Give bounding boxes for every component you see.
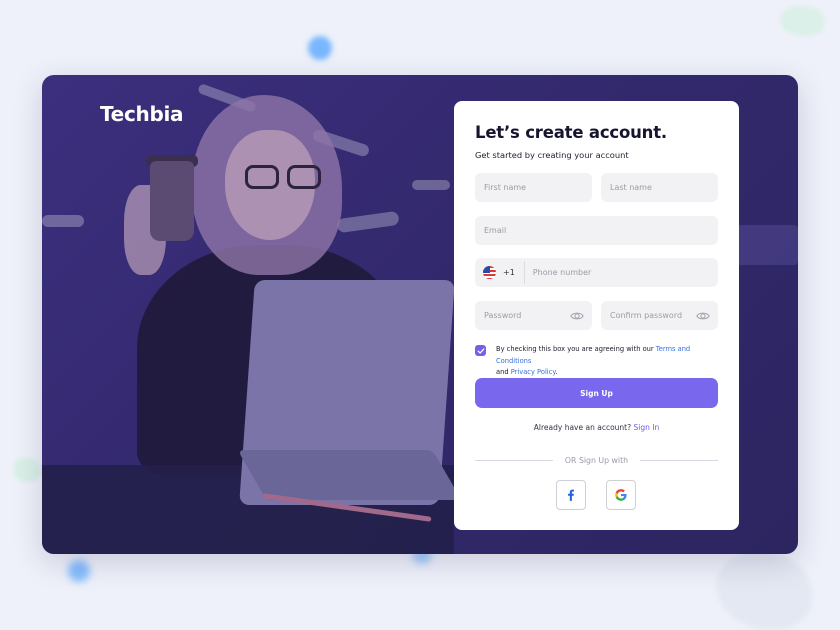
google-button[interactable] [606, 480, 636, 510]
confirm-password-placeholder: Confirm password [610, 311, 683, 320]
decor-blob [716, 552, 812, 630]
last-name-placeholder: Last name [610, 183, 652, 192]
privacy-link[interactable]: Privacy Policy [511, 368, 556, 376]
page-subtitle: Get started by creating your account [475, 150, 629, 160]
divider-line [640, 460, 719, 461]
last-name-field[interactable]: Last name [601, 173, 718, 202]
google-icon [615, 489, 627, 501]
terms-checkbox[interactable] [475, 345, 486, 356]
decor-blob [68, 560, 90, 582]
email-placeholder: Email [484, 226, 507, 235]
country-code[interactable]: +1 [503, 268, 515, 277]
facebook-icon [568, 489, 574, 501]
checkmark-icon [477, 347, 484, 354]
or-divider: OR Sign Up with [475, 456, 719, 465]
sign-in-link[interactable]: Sign In [633, 423, 659, 432]
or-text: OR Sign Up with [564, 456, 629, 465]
phone-field[interactable]: +1 Phone number [475, 258, 718, 287]
eye-icon[interactable] [570, 309, 584, 323]
terms-prefix: By checking this box you are agreeing wi… [496, 345, 656, 353]
have-account-label: Already have an account? [533, 423, 634, 432]
terms-row: By checking this box you are agreeing wi… [475, 344, 720, 379]
signup-card: Let’s create account. Get started by cre… [454, 101, 739, 530]
facebook-button[interactable] [556, 480, 586, 510]
us-flag-icon[interactable] [483, 266, 496, 279]
eye-icon[interactable] [696, 309, 710, 323]
password-placeholder: Password [484, 311, 522, 320]
brand-logo: Techbia [100, 102, 184, 126]
divider-line [475, 460, 553, 461]
password-field[interactable]: Password [475, 301, 592, 330]
first-name-field[interactable]: First name [475, 173, 592, 202]
phone-placeholder: Phone number [532, 268, 592, 277]
decor-blob [308, 36, 332, 60]
page-title: Let’s create account. [475, 123, 667, 142]
phone-divider [523, 261, 525, 284]
email-field[interactable]: Email [475, 216, 718, 245]
sign-up-button[interactable]: Sign Up [475, 378, 718, 408]
decor-blob [14, 458, 42, 482]
first-name-placeholder: First name [484, 183, 527, 192]
terms-text: By checking this box you are agreeing wi… [496, 344, 720, 379]
signup-frame: Techbia Let’s create account. Get starte… [42, 75, 798, 554]
terms-suffix: . [555, 368, 558, 376]
confirm-password-field[interactable]: Confirm password [601, 301, 718, 330]
terms-mid: and [496, 368, 511, 376]
have-account-text: Already have an account? Sign In [454, 423, 739, 432]
decor-blob [780, 6, 824, 36]
